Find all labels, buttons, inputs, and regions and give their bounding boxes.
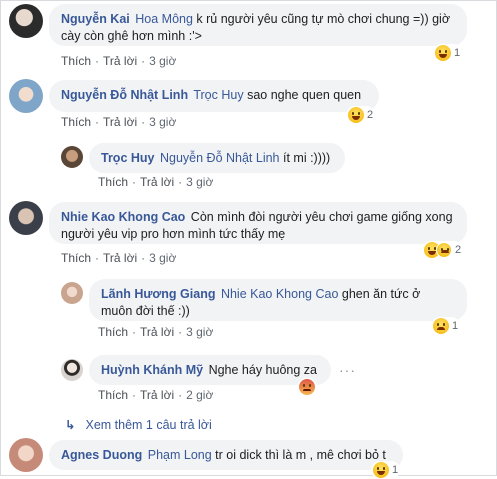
separator: · <box>132 325 137 339</box>
timestamp[interactable]: 3 giờ <box>149 251 176 265</box>
comment-actions: Thích · Trả lời · 3 giờ <box>98 175 213 189</box>
reaction-summary[interactable]: 2 <box>422 241 464 259</box>
angry-icon <box>299 379 315 395</box>
sad-icon <box>433 318 449 334</box>
reply-link[interactable]: Trả lời <box>140 388 174 402</box>
comment-mention[interactable]: Nhie Kao Khong Cao <box>221 287 338 301</box>
like-link[interactable]: Thích <box>61 115 91 129</box>
comment-author[interactable]: Nhie Kao Khong Cao <box>61 210 185 224</box>
reaction-count: 2 <box>455 244 462 256</box>
comment-actions: Thích · Trả lời · 3 giờ <box>98 325 213 339</box>
comment-actions: Thích · Trả lời · 3 giờ <box>61 54 176 68</box>
see-more-label: Xem thêm 1 câu trả lời <box>85 418 212 432</box>
reaction-summary[interactable] <box>297 378 317 396</box>
separator: · <box>178 175 183 189</box>
comment-actions: Thích · Trả lời · 3 giờ <box>61 251 176 265</box>
like-link[interactable]: Thích <box>61 251 91 265</box>
timestamp[interactable]: 3 giờ <box>149 115 176 129</box>
comment-bubble: Trọc Huy Nguyễn Đỗ Nhật Linh ít mi :)))) <box>89 143 345 173</box>
avatar[interactable] <box>61 359 83 381</box>
comment-author[interactable]: Nguyễn Kai <box>61 12 130 26</box>
separator: · <box>95 54 100 68</box>
timestamp[interactable]: 2 giờ <box>186 388 213 402</box>
reply-link[interactable]: Trả lời <box>140 325 174 339</box>
comment-bubble: Nhie Kao Khong Cao Còn mình đòi người yê… <box>49 202 467 244</box>
separator: · <box>141 251 146 265</box>
comment-bubble: Lãnh Hương Giang Nhie Kao Khong Cao ghen… <box>89 279 467 321</box>
separator: · <box>132 388 137 402</box>
reaction-summary[interactable]: 2 <box>346 106 376 124</box>
comments-panel: Nguyễn Kai Hoa Mông k rủ người yêu cũng … <box>0 0 497 479</box>
comment-author[interactable]: Agnes Duong <box>61 448 142 462</box>
comment-actions: Thích · Trả lời · 3 giờ <box>61 115 176 129</box>
comment-mention[interactable]: Hoa Mông <box>135 12 193 26</box>
avatar[interactable] <box>61 282 83 304</box>
comment-bubble: Agnes Duong Phạm Long tr oi dick thì là … <box>49 440 403 470</box>
reply-link[interactable]: Trả lời <box>103 54 137 68</box>
separator: · <box>132 175 137 189</box>
haha-icon <box>348 107 364 123</box>
reaction-summary[interactable]: 1 <box>431 317 461 335</box>
reaction-summary[interactable]: 1 <box>371 461 401 479</box>
comment-bubble: Huỳnh Khánh Mỹ Nghe háy huông za <box>89 355 331 385</box>
like-link[interactable]: Thích <box>61 54 91 68</box>
comment-author[interactable]: Lãnh Hương Giang <box>101 287 215 301</box>
timestamp[interactable]: 3 giờ <box>186 325 213 339</box>
timestamp[interactable]: 3 giờ <box>186 175 213 189</box>
comment-mention[interactable]: Nguyễn Đỗ Nhật Linh <box>160 151 280 165</box>
more-options-icon[interactable]: ··· <box>339 362 356 378</box>
avatar[interactable] <box>9 79 43 113</box>
comment-bubble: Nguyễn Kai Hoa Mông k rủ người yêu cũng … <box>49 4 467 46</box>
reaction-count: 1 <box>452 320 459 332</box>
separator: · <box>141 115 146 129</box>
comment-text: Nghe háy huông za <box>208 363 317 377</box>
comment-text: tr oi dick thì là m , mê chơi bỏ t <box>215 448 386 462</box>
comment-mention[interactable]: Phạm Long <box>148 448 212 462</box>
comment-author[interactable]: Nguyễn Đỗ Nhật Linh <box>61 88 188 102</box>
reaction-count: 2 <box>367 109 374 121</box>
avatar[interactable] <box>9 201 43 235</box>
like-link[interactable]: Thích <box>98 325 128 339</box>
separator: · <box>178 388 183 402</box>
reply-link[interactable]: Trả lời <box>103 251 137 265</box>
separator: · <box>95 115 100 129</box>
comment-text: sao nghe quen quen <box>247 88 362 102</box>
avatar[interactable] <box>9 4 43 38</box>
haha-icon <box>435 45 451 61</box>
comment-bubble: Nguyễn Đỗ Nhật Linh Trọc Huy sao nghe qu… <box>49 80 379 112</box>
comment-author[interactable]: Trọc Huy <box>101 151 155 165</box>
comment-actions: Thích · Trả lời · 2 giờ <box>98 388 213 402</box>
comment-mention[interactable]: Trọc Huy <box>193 88 243 102</box>
reaction-summary[interactable]: 1 <box>433 44 463 62</box>
reaction-count: 1 <box>392 464 399 476</box>
reply-link[interactable]: Trả lời <box>103 115 137 129</box>
separator: · <box>141 54 146 68</box>
like-link[interactable]: Thích <box>98 175 128 189</box>
comment-author[interactable]: Huỳnh Khánh Mỹ <box>101 363 203 377</box>
comment-text: ít mi :)))) <box>283 151 331 165</box>
timestamp[interactable]: 3 giờ <box>149 54 176 68</box>
avatar[interactable] <box>9 438 43 472</box>
reply-arrow-icon: ↳ <box>65 418 76 432</box>
avatar[interactable] <box>61 146 83 168</box>
like-link[interactable]: Thích <box>98 388 128 402</box>
see-more-replies-link[interactable]: ↳ Xem thêm 1 câu trả lời <box>65 417 212 432</box>
reaction-count: 1 <box>454 47 461 59</box>
sad-icon <box>436 242 452 258</box>
separator: · <box>178 325 183 339</box>
reply-link[interactable]: Trả lời <box>140 175 174 189</box>
separator: · <box>95 251 100 265</box>
